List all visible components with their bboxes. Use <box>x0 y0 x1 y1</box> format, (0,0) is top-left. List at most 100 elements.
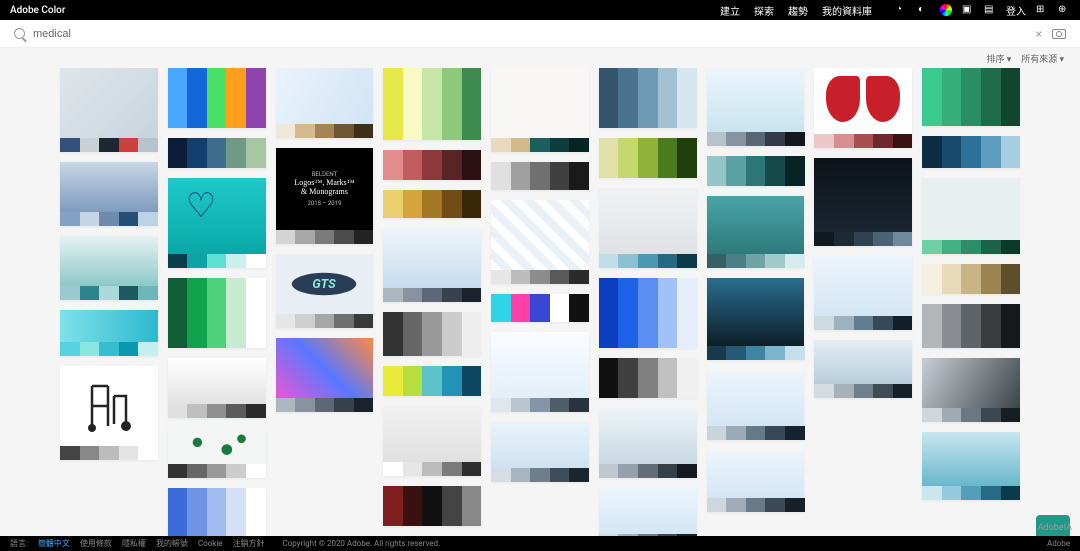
footer-lang-value[interactable]: 簡體中文 <box>38 538 70 549</box>
footer-link-terms[interactable]: 使用條款 <box>80 538 112 549</box>
palette-card[interactable] <box>168 278 266 348</box>
theme-thumbnail <box>60 310 158 342</box>
theme-card[interactable] <box>707 68 805 146</box>
theme-card[interactable]: BELDENTLogos™, Marks™& Monograms2018 – 2… <box>276 148 374 244</box>
sort-dropdown[interactable]: 排序 ▾ <box>986 52 1011 65</box>
theme-card[interactable] <box>60 310 158 356</box>
apps-icon[interactable]: ⊞ <box>1036 4 1048 16</box>
brand-label[interactable]: Adobe Color <box>10 5 65 16</box>
theme-card[interactable] <box>491 200 589 284</box>
nav-create[interactable]: 建立 <box>720 3 740 18</box>
theme-card[interactable] <box>707 370 805 440</box>
theme-thumbnail <box>707 196 805 254</box>
nav-trends[interactable]: 趨勢 <box>788 3 808 18</box>
gallery-column: BELDENTLogos™, Marks™& Monograms2018 – 2… <box>276 68 374 538</box>
theme-card[interactable] <box>922 358 1020 422</box>
theme-card[interactable] <box>383 228 481 302</box>
theme-card[interactable] <box>707 278 805 360</box>
theme-card[interactable] <box>491 332 589 412</box>
palette-card[interactable] <box>922 264 1020 294</box>
theme-card[interactable]: GTS <box>276 254 374 328</box>
svg-text:GTS: GTS <box>313 277 337 292</box>
gallery-column <box>707 68 805 538</box>
palette-card[interactable] <box>922 136 1020 168</box>
camera-search-icon[interactable] <box>1052 29 1066 39</box>
nav-library[interactable]: 我的資料庫 <box>822 3 872 18</box>
theme-thumbnail <box>814 158 912 232</box>
gallery-column <box>60 68 158 538</box>
theme-thumbnail <box>707 450 805 498</box>
theme-card[interactable] <box>707 450 805 512</box>
theme-thumbnail <box>60 236 158 286</box>
theme-thumbnail <box>599 488 697 534</box>
palette-card[interactable] <box>383 486 481 526</box>
watermark: AdobeIA <box>1038 523 1072 533</box>
theme-card[interactable] <box>60 162 158 226</box>
footer-link-cookie[interactable]: Cookie <box>198 539 223 548</box>
palette-card[interactable] <box>599 358 697 398</box>
clear-search-icon[interactable]: × <box>1036 27 1042 41</box>
palette-card[interactable] <box>922 304 1020 348</box>
adobe-icon[interactable]: ⊕ <box>1058 4 1070 16</box>
theme-card[interactable] <box>814 158 912 246</box>
theme-card[interactable] <box>922 178 1020 254</box>
theme-card[interactable] <box>922 432 1020 500</box>
palette-card[interactable] <box>383 150 481 180</box>
theme-card[interactable] <box>814 256 912 330</box>
theme-thumbnail: BELDENTLogos™, Marks™& Monograms2018 – 2… <box>276 148 374 230</box>
theme-card[interactable] <box>60 68 158 152</box>
book-years: 2018 – 2019 <box>308 200 342 207</box>
theme-card[interactable] <box>707 196 805 268</box>
footer-link-optout[interactable]: 注銷方針 <box>233 538 265 549</box>
theme-card[interactable] <box>276 338 374 412</box>
theme-card[interactable] <box>491 422 589 482</box>
theme-card[interactable] <box>168 358 266 418</box>
theme-card[interactable] <box>491 68 589 152</box>
main-nav: 建立 探索 趨勢 我的資料庫 <box>720 3 872 18</box>
palette-card[interactable] <box>383 68 481 140</box>
theme-card[interactable] <box>168 428 266 478</box>
palette-card[interactable] <box>922 68 1020 126</box>
notification-icon[interactable]: ▣ <box>962 4 974 16</box>
footer-adobe-logo[interactable]: Adobe <box>1047 539 1070 548</box>
palette-card[interactable] <box>168 488 266 538</box>
theme-card[interactable] <box>276 68 374 138</box>
palette-card[interactable] <box>168 138 266 168</box>
palette-card[interactable] <box>599 138 697 178</box>
signin-link[interactable]: 登入 <box>1006 3 1026 18</box>
theme-thumbnail <box>60 366 158 446</box>
color-wheel-icon[interactable] <box>940 4 952 16</box>
palette-card[interactable] <box>168 68 266 128</box>
nav-explore[interactable]: 探索 <box>754 3 774 18</box>
theme-card[interactable] <box>60 236 158 300</box>
footer-link-account[interactable]: 我的帳號 <box>156 538 188 549</box>
theme-card[interactable] <box>168 178 266 268</box>
palette-card[interactable] <box>383 366 481 396</box>
theme-card[interactable] <box>383 406 481 476</box>
chat-icon[interactable]: ▤ <box>984 4 996 16</box>
palette-card[interactable] <box>383 190 481 218</box>
discover-icon[interactable]: ◔ <box>896 4 908 16</box>
theme-card[interactable] <box>599 188 697 268</box>
theme-card[interactable] <box>599 488 697 538</box>
palette-card[interactable] <box>599 278 697 348</box>
palette-card[interactable] <box>383 312 481 356</box>
palette-card[interactable] <box>491 294 589 322</box>
profile-icon[interactable]: ◐ <box>918 4 930 16</box>
theme-card[interactable] <box>599 408 697 478</box>
theme-card[interactable] <box>814 68 912 148</box>
gallery-column <box>814 68 912 538</box>
palette-card[interactable] <box>707 156 805 186</box>
theme-thumbnail <box>707 278 805 346</box>
source-dropdown[interactable]: 所有來源 ▾ <box>1021 52 1064 65</box>
palette-card[interactable] <box>599 68 697 128</box>
theme-thumbnail <box>491 332 589 398</box>
gallery-column <box>599 68 697 538</box>
theme-card[interactable] <box>60 366 158 460</box>
footer-link-privacy[interactable]: 隱私權 <box>122 538 146 549</box>
theme-thumbnail <box>168 428 266 464</box>
theme-thumbnail <box>491 422 589 468</box>
theme-card[interactable] <box>814 340 912 398</box>
search-input[interactable] <box>31 27 1036 41</box>
palette-card[interactable] <box>491 162 589 190</box>
